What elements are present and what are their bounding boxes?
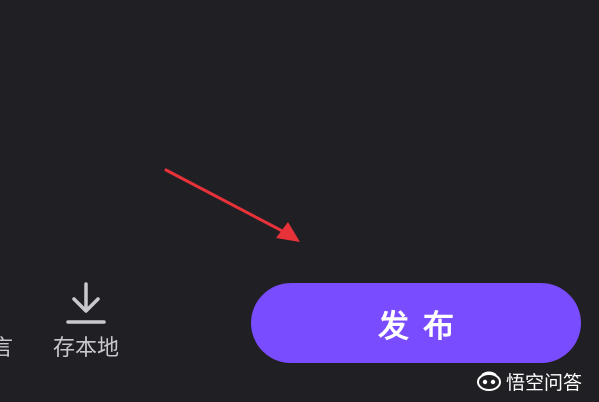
screen: 言 存本地 发布 悟空问答	[0, 0, 599, 402]
wukong-logo-icon	[477, 371, 501, 391]
save-local-label: 存本地	[52, 336, 119, 361]
save-local-button[interactable]: 存本地	[46, 278, 126, 368]
publish-button-label: 发布	[378, 308, 468, 345]
watermark: 悟空问答	[476, 368, 582, 394]
download-icon	[66, 282, 106, 324]
red-arrow-icon	[164, 168, 300, 242]
publish-button[interactable]: 发布	[251, 283, 581, 363]
watermark-text: 悟空问答	[506, 371, 583, 394]
partial-toolbar-label: 言	[0, 336, 14, 361]
